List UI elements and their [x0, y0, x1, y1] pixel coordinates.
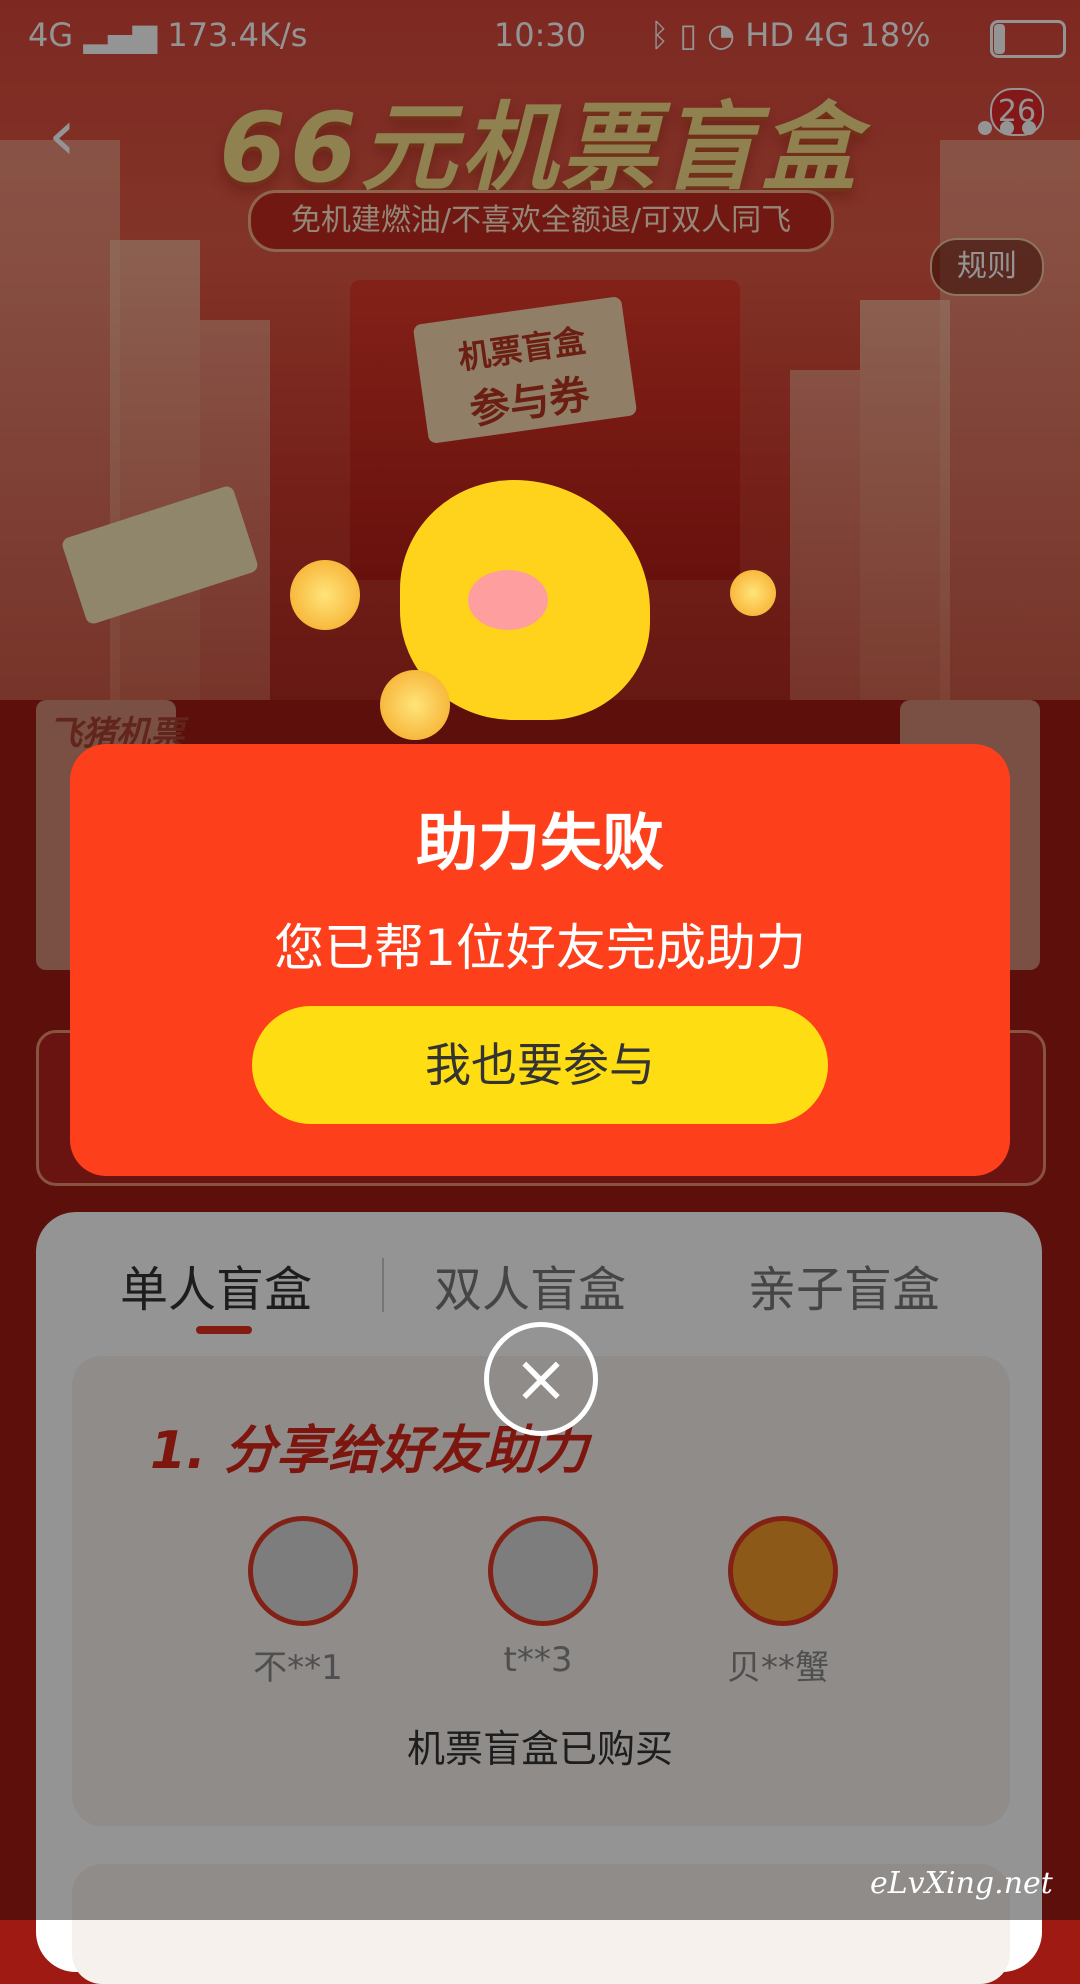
watermark: eLvXing.net — [870, 1866, 1053, 1901]
gold-coin — [290, 560, 360, 630]
dialog-title: 助力失败 — [415, 806, 664, 879]
close-icon: × — [513, 1340, 569, 1417]
close-dialog-button[interactable]: × — [484, 1322, 598, 1436]
pig-mascot-illustration — [270, 480, 790, 750]
dialog-message: 您已帮1位好友完成助力 — [274, 919, 806, 977]
gold-coin — [730, 570, 776, 616]
pig-mascot — [290, 480, 776, 750]
join-button[interactable]: 我也要参与 — [252, 1006, 828, 1124]
mascot-snout — [468, 570, 548, 630]
gold-coin — [380, 670, 450, 740]
